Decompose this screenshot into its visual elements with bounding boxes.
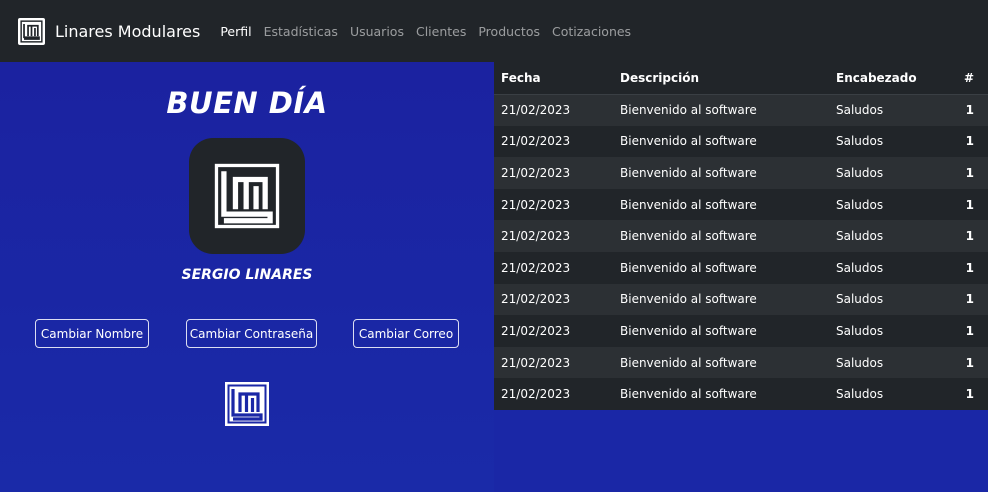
notifications-table: Fecha Descripción Encabezado # 21/02/202… — [494, 62, 988, 410]
table-row[interactable]: 21/02/2023 Bienvenido al software Saludos 1 — [494, 220, 988, 252]
cell-descripcion: Bienvenido al software — [620, 292, 757, 307]
greeting-title: BUEN DÍA — [166, 86, 328, 120]
cell-count: 1 — [965, 165, 974, 180]
cell-count: 1 — [965, 323, 974, 338]
avatar — [189, 138, 305, 254]
cell-encabezado: Saludos — [836, 355, 884, 370]
cell-fecha: 21/02/2023 — [501, 103, 571, 118]
top-navbar: Linares Modulares Perfil Estadísticas Usua… — [0, 0, 988, 62]
cell-fecha: 21/02/2023 — [501, 197, 571, 212]
cell-fecha: 21/02/2023 — [501, 323, 571, 338]
table-row[interactable]: 21/02/2023 Bienvenido al software Saludos 1 — [494, 94, 988, 126]
cell-count: 1 — [965, 387, 974, 402]
cell-descripcion: Bienvenido al software — [620, 323, 757, 338]
profile-panel: BUEN DÍA SERGIO LINARES Cambiar Nombre C… — [0, 62, 494, 492]
cell-encabezado: Saludos — [836, 323, 884, 338]
cell-fecha: 21/02/2023 — [501, 229, 571, 244]
brand-logo-icon[interactable] — [18, 17, 45, 45]
cell-descripcion: Bienvenido al software — [620, 165, 757, 180]
table-row[interactable]: 21/02/2023 Bienvenido al software Saludos 1 — [494, 315, 988, 347]
cell-fecha: 21/02/2023 — [501, 355, 571, 370]
change-name-button[interactable]: Cambiar Nombre — [35, 319, 149, 348]
table-row[interactable]: 21/02/2023 Bienvenido al software Saludos 1 — [494, 378, 988, 410]
cell-encabezado: Saludos — [836, 197, 884, 212]
cell-count: 1 — [965, 197, 974, 212]
cell-encabezado: Saludos — [836, 103, 884, 118]
table-row[interactable]: 21/02/2023 Bienvenido al software Saludos 1 — [494, 251, 988, 284]
cell-count: 1 — [965, 355, 974, 370]
table-row[interactable]: 21/02/2023 Bienvenido al software Saludos 1 — [494, 188, 988, 221]
header-encabezado: Encabezado — [829, 62, 941, 95]
cell-encabezado: Saludos — [836, 292, 884, 307]
brand-name[interactable]: Linares Modulares — [55, 22, 200, 41]
cell-fecha: 21/02/2023 — [501, 165, 571, 180]
cell-encabezado: Saludos — [836, 387, 884, 402]
cell-count: 1 — [965, 260, 974, 275]
nav-links: Perfil Estadísticas Usuarios Clientes Produc… — [220, 24, 643, 39]
table-header-row: Fecha Descripción Encabezado # — [494, 62, 988, 95]
nav-link-estadisticas[interactable]: Estadísticas — [264, 24, 338, 39]
cell-fecha: 21/02/2023 — [501, 387, 571, 402]
change-password-button[interactable]: Cambiar Contraseña — [186, 319, 317, 348]
user-name: SERGIO LINARES — [181, 267, 313, 283]
header-count: # — [941, 62, 988, 95]
table-row[interactable]: 21/02/2023 Bienvenido al software Saludos 1 — [494, 346, 988, 379]
cell-fecha: 21/02/2023 — [501, 292, 571, 307]
cell-count: 1 — [965, 292, 974, 307]
cell-descripcion: Bienvenido al software — [620, 197, 757, 212]
cell-count: 1 — [965, 134, 974, 149]
nav-link-clientes[interactable]: Clientes — [416, 24, 466, 39]
cell-descripcion: Bienvenido al software — [620, 229, 757, 244]
cell-encabezado: Saludos — [836, 229, 884, 244]
nav-link-cotizaciones[interactable]: Cotizaciones — [552, 24, 631, 39]
cell-encabezado: Saludos — [836, 165, 884, 180]
table-row[interactable]: 21/02/2023 Bienvenido al software Saludos 1 — [494, 283, 988, 316]
cell-encabezado: Saludos — [836, 134, 884, 149]
cell-descripcion: Bienvenido al software — [620, 355, 757, 370]
cell-descripcion: Bienvenido al software — [620, 103, 757, 118]
cell-fecha: 21/02/2023 — [501, 134, 571, 149]
cell-descripcion: Bienvenido al software — [620, 134, 757, 149]
nav-link-perfil[interactable]: Perfil — [220, 24, 251, 39]
header-descripcion: Descripción — [613, 62, 829, 95]
nav-link-usuarios[interactable]: Usuarios — [350, 24, 404, 39]
cell-descripcion: Bienvenido al software — [620, 260, 757, 275]
footer-logo-icon — [225, 382, 269, 426]
change-email-button[interactable]: Cambiar Correo — [353, 319, 459, 348]
messages-table: Fecha Descripción Encabezado # 21/02/202… — [494, 62, 988, 410]
cell-descripcion: Bienvenido al software — [620, 387, 757, 402]
table-row[interactable]: 21/02/2023 Bienvenido al software Saludos 1 — [494, 125, 988, 158]
table-row[interactable]: 21/02/2023 Bienvenido al software Saludos 1 — [494, 157, 988, 189]
cell-count: 1 — [965, 103, 974, 118]
nav-link-productos[interactable]: Productos — [478, 24, 540, 39]
lm-logo-icon — [214, 163, 280, 229]
cell-encabezado: Saludos — [836, 260, 884, 275]
cell-fecha: 21/02/2023 — [501, 260, 571, 275]
cell-count: 1 — [965, 229, 974, 244]
header-fecha: Fecha — [494, 62, 613, 95]
